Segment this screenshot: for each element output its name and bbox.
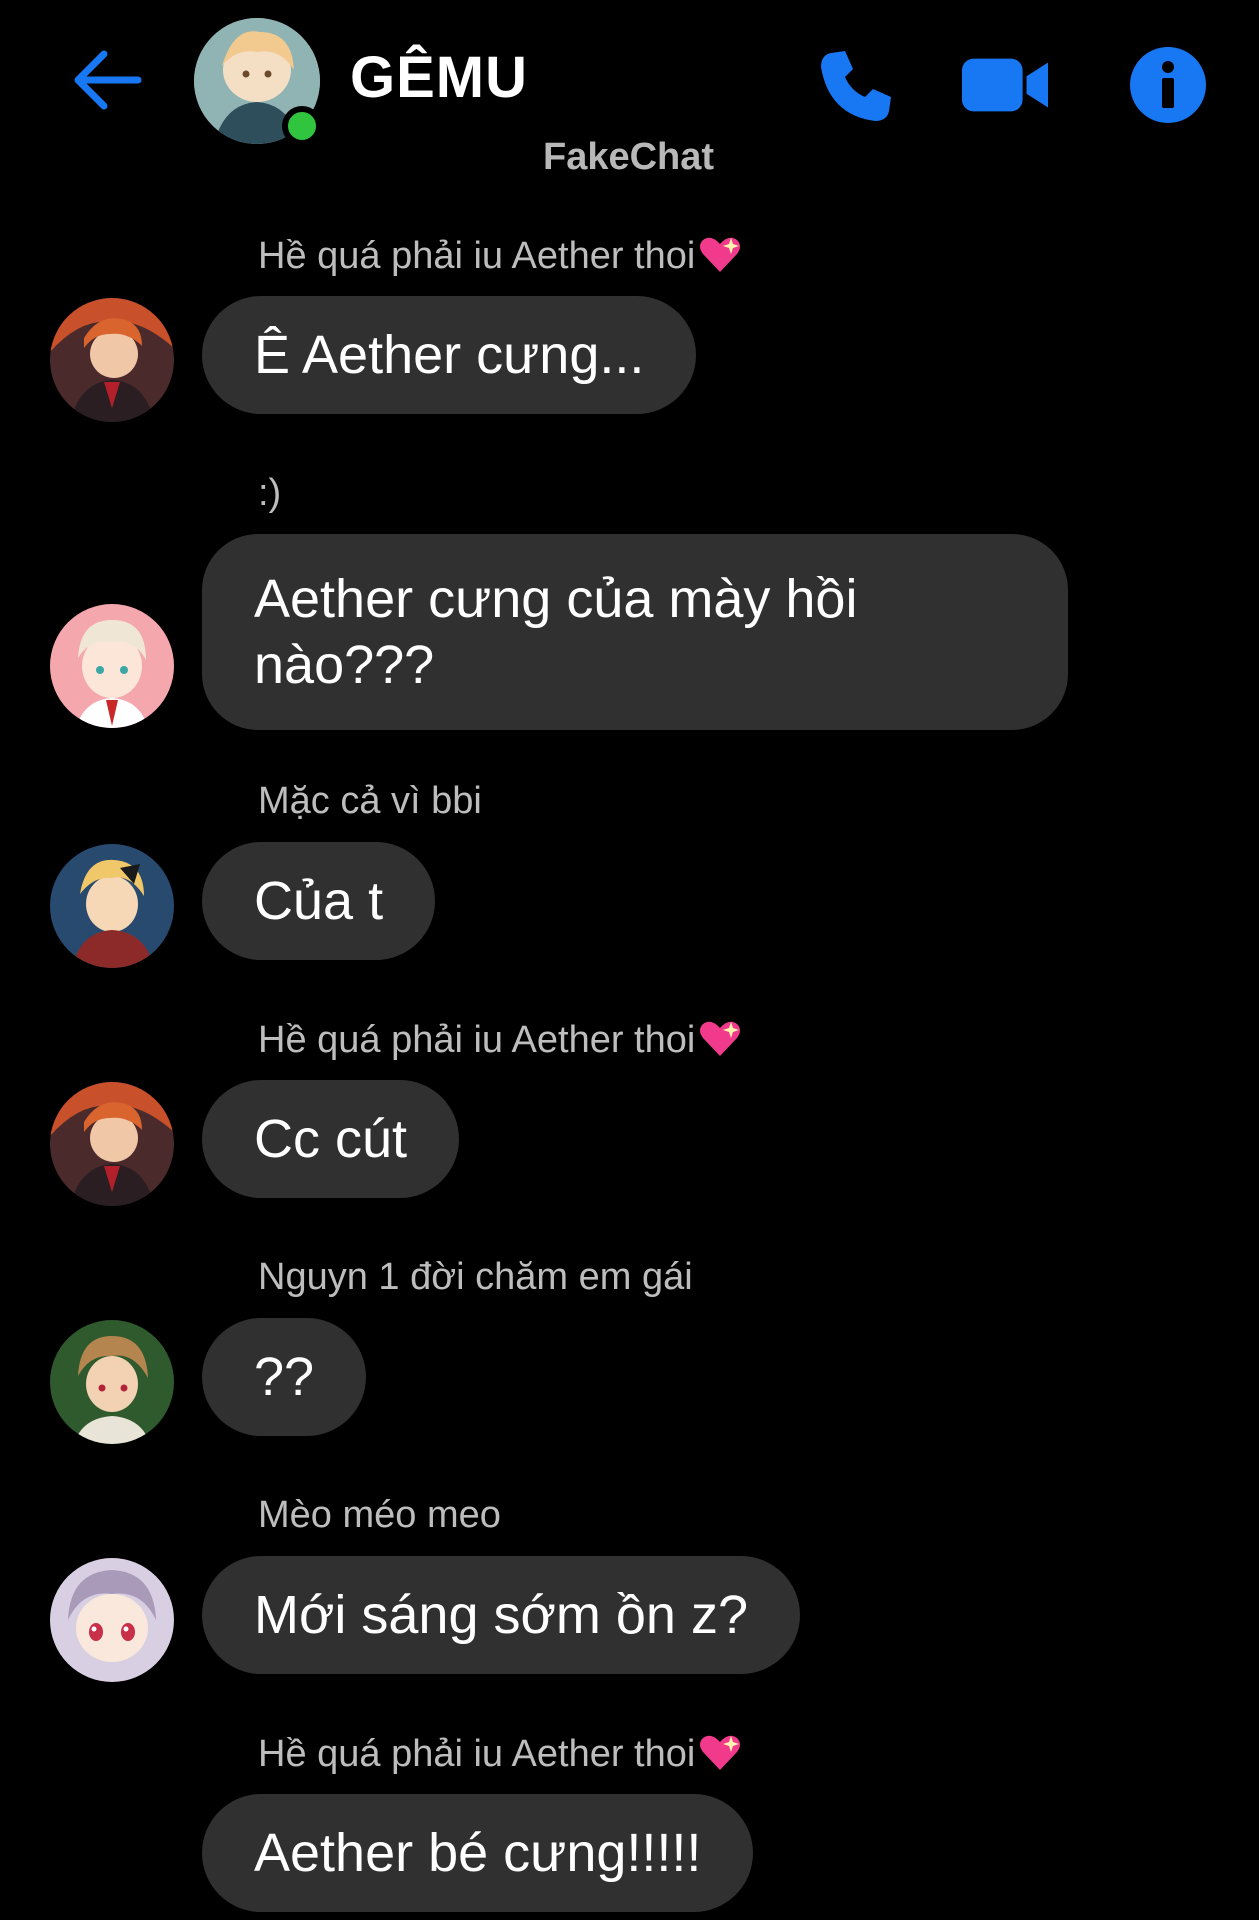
sender-name: Hề quá phải iu Aether thoi: [258, 234, 743, 278]
video-call-button[interactable]: [960, 40, 1050, 130]
message-bubble[interactable]: Aether bé cưng!!!!!: [202, 1794, 754, 1912]
message-bubble[interactable]: Mới sáng sớm ồn z?: [202, 1556, 800, 1674]
avatar[interactable]: [50, 298, 174, 422]
message-bubble[interactable]: Aether cưng của mày hồi nào???: [202, 534, 1068, 730]
sender-name: Mèo méo meo: [258, 1494, 501, 1536]
sender-name: Hề quá phải iu Aether thoi: [258, 1732, 743, 1776]
arrow-left-icon: [74, 50, 142, 110]
chat-header: GÊMU FakeChat: [0, 0, 1259, 180]
video-camera-icon: [961, 58, 1049, 112]
avatar[interactable]: [50, 604, 174, 728]
group-avatar[interactable]: [194, 18, 322, 146]
sender-name: Nguyn 1 đời chăm em gái: [258, 1256, 693, 1298]
sparkling-heart-icon: [700, 237, 741, 272]
message-bubble[interactable]: Cc cút: [202, 1080, 460, 1198]
back-button[interactable]: [66, 40, 146, 120]
message-bubble[interactable]: Của t: [202, 842, 436, 960]
call-button[interactable]: [812, 40, 902, 130]
watermark: FakeChat: [543, 136, 715, 178]
sender-name: :): [258, 472, 282, 514]
avatar[interactable]: [50, 1558, 174, 1682]
chat-title[interactable]: GÊMU: [350, 44, 528, 111]
avatar[interactable]: [50, 1082, 174, 1206]
sender-name: Hề quá phải iu Aether thoi: [258, 1018, 743, 1062]
info-button[interactable]: [1123, 40, 1213, 130]
avatar[interactable]: [50, 1320, 174, 1444]
sparkling-heart-icon: [700, 1021, 741, 1056]
sender-name: Mặc cả vì bbi: [258, 780, 482, 822]
online-status-dot: [282, 106, 322, 146]
phone-icon: [821, 51, 891, 121]
info-icon: [1130, 47, 1206, 123]
avatar[interactable]: [50, 844, 174, 968]
message-bubble[interactable]: Ê Aether cưng...: [202, 296, 697, 414]
message-bubble[interactable]: ??: [202, 1318, 367, 1436]
sparkling-heart-icon: [700, 1735, 741, 1770]
